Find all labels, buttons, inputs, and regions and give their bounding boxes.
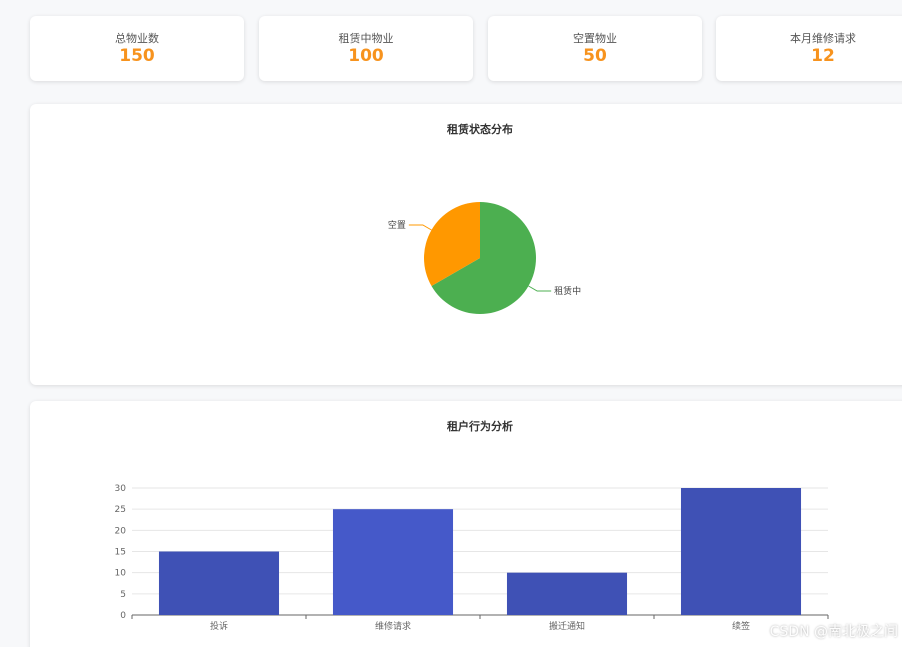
bar [506, 572, 628, 615]
stat-label: 空置物业 [573, 32, 617, 45]
stat-card-maintenance: 本月维修请求 12 [716, 16, 902, 81]
y-tick-label: 10 [115, 569, 127, 579]
stat-value: 100 [348, 46, 384, 66]
stat-card-leased: 租赁中物业 100 [259, 16, 473, 81]
x-tick-label: 维修请求 [375, 620, 411, 632]
y-tick-label: 20 [115, 526, 127, 536]
stat-value: 50 [583, 46, 607, 66]
x-tick-label: 投诉 [210, 620, 228, 632]
stat-label: 总物业数 [115, 32, 159, 45]
dashboard-page: 总物业数 150 租赁中物业 100 空置物业 50 本月维修请求 12 租赁状… [0, 0, 902, 647]
stat-card-vacant: 空置物业 50 [488, 16, 702, 81]
pie-chart-panel: 租赁状态分布 租赁中 空置 [30, 104, 902, 385]
pie-slice-label: 租赁中 [554, 285, 581, 297]
bar-chart-panel: 租户行为分析 0 5 10 15 20 25 30 投诉 维修请求 搬迁通知 续签 [30, 401, 902, 647]
x-tick-label: 搬迁通知 [549, 620, 585, 632]
bar [332, 509, 454, 615]
y-tick-label: 5 [120, 590, 126, 600]
pie-label-line [528, 285, 552, 292]
pie-label-line [408, 224, 432, 231]
pie-slice-label: 空置 [388, 219, 406, 231]
y-tick-label: 0 [120, 611, 126, 621]
stat-value: 150 [119, 46, 155, 66]
bar-chart: 0 5 10 15 20 25 30 投诉 维修请求 搬迁通知 续签 [115, 484, 829, 632]
bar [158, 551, 280, 615]
y-tick-label: 25 [115, 505, 126, 515]
stat-label: 租赁中物业 [338, 32, 394, 45]
watermark: CSDN @南北极之间 [769, 624, 898, 640]
pie-chart: 租赁中 空置 [388, 202, 581, 314]
x-tick-label: 续签 [732, 620, 750, 632]
y-tick-label: 30 [115, 484, 127, 494]
stat-value: 12 [811, 46, 835, 66]
y-tick-label: 15 [115, 548, 126, 558]
stat-label: 本月维修请求 [790, 32, 856, 45]
stat-card-total: 总物业数 150 [30, 16, 244, 81]
bar [680, 488, 802, 615]
